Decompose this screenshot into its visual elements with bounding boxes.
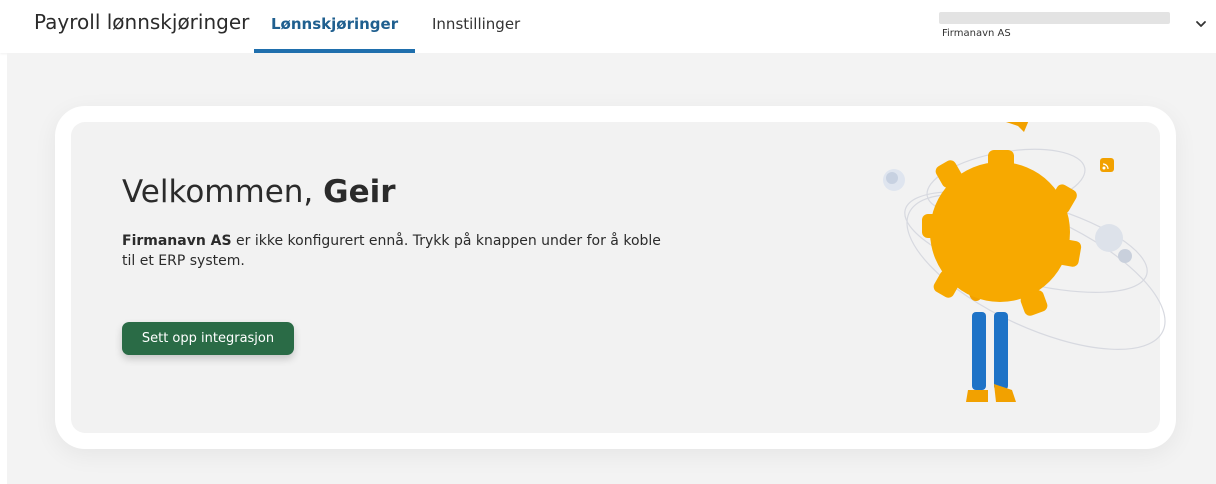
greeting-prefix: Velkommen, (122, 174, 324, 210)
setup-integration-button[interactable]: Sett opp integrasjon (122, 322, 294, 355)
company-selector-label[interactable]: Firmanavn AS (942, 28, 1011, 39)
welcome-card-content: Velkommen, Geir Firmanavn AS er ikke kon… (71, 122, 1166, 433)
welcome-description: Firmanavn AS er ikke konfigurert ennå. T… (122, 231, 662, 271)
rss-icon (1100, 158, 1114, 172)
top-navigation-bar: Payroll lønnskjøringer Lønnskjøringer In… (0, 0, 1216, 53)
welcome-heading: Velkommen, Geir (122, 174, 396, 210)
description-company-name: Firmanavn AS (122, 233, 232, 249)
paper-plane-icon (1006, 122, 1029, 132)
chat-bubble-icon (883, 169, 905, 191)
tab-lonnskjoringer[interactable]: Lønnskjøringer (271, 15, 398, 33)
company-selector-placeholder[interactable] (939, 12, 1170, 24)
gear-icon (922, 150, 1082, 316)
chevron-down-icon[interactable] (1194, 17, 1208, 31)
user-name: Geir (323, 174, 396, 210)
app-title: Payroll lønnskjøringer (34, 10, 250, 34)
welcome-card: Velkommen, Geir Firmanavn AS er ikke kon… (55, 106, 1176, 449)
welcome-illustration (883, 122, 1166, 402)
tab-innstillinger[interactable]: Innstillinger (432, 15, 520, 33)
